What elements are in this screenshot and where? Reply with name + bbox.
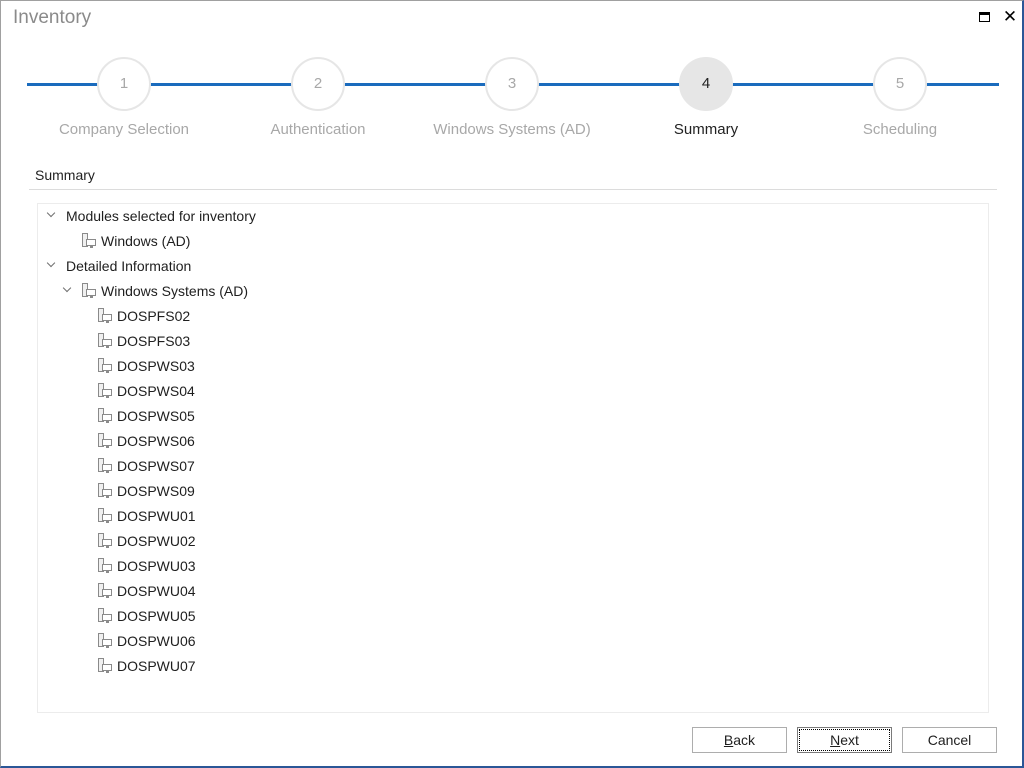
summary-tree[interactable]: Modules selected for inventory Windows (A… bbox=[37, 203, 989, 713]
tree-node-label: Windows (AD) bbox=[101, 233, 191, 249]
tree-node-label: DOSPWS04 bbox=[117, 383, 195, 399]
step-number: 1 bbox=[97, 57, 151, 111]
back-mnemonic: B bbox=[723, 732, 734, 748]
tree-item-computer[interactable]: DOSPWS09 bbox=[98, 480, 195, 502]
tree-node-label: DOSPWS03 bbox=[117, 358, 195, 374]
computer-icon bbox=[98, 483, 112, 499]
tree-item-computer[interactable]: DOSPWS06 bbox=[98, 430, 195, 452]
maximize-button[interactable] bbox=[975, 7, 995, 27]
tree-group-detailed-information[interactable]: Detailed Information bbox=[46, 255, 191, 277]
computer-icon bbox=[98, 558, 112, 574]
inventory-window: Inventory ✕ 1 Company Selection 2 Authentic… bbox=[0, 0, 1024, 768]
computer-icon bbox=[98, 433, 112, 449]
step-number: 4 bbox=[679, 57, 733, 111]
tree-node-label: DOSPWS06 bbox=[117, 433, 195, 449]
step-5: 5 Scheduling bbox=[800, 57, 1000, 138]
window-title: Inventory bbox=[13, 7, 92, 28]
tree-group-modules[interactable]: Modules selected for inventory bbox=[46, 205, 256, 227]
chevron-down-icon[interactable] bbox=[62, 285, 74, 297]
tree-item-computer[interactable]: DOSPWS03 bbox=[98, 355, 195, 377]
tree-node-label: DOSPFS02 bbox=[117, 308, 191, 324]
maximize-icon bbox=[979, 12, 990, 22]
tree-node-label: DOSPWS09 bbox=[117, 483, 195, 499]
computer-icon bbox=[98, 533, 112, 549]
step-label: Windows Systems (AD) bbox=[433, 121, 591, 138]
next-button[interactable]: Next bbox=[797, 727, 892, 753]
chevron-down-icon[interactable] bbox=[46, 210, 58, 222]
tree-item-computer[interactable]: DOSPFS02 bbox=[98, 305, 190, 327]
tree-item-computer[interactable]: DOSPWU01 bbox=[98, 505, 196, 527]
back-button[interactable]: Back bbox=[692, 727, 787, 753]
section-title: Summary bbox=[35, 167, 95, 183]
computer-icon bbox=[98, 658, 112, 674]
computer-icon bbox=[98, 508, 112, 524]
step-2: 2 Authentication bbox=[218, 57, 418, 138]
computer-icon bbox=[82, 283, 96, 299]
next-mnemonic: N bbox=[830, 732, 841, 748]
tree-item-computer[interactable]: DOSPWU06 bbox=[98, 630, 196, 652]
tree-item-computer[interactable]: DOSPWS04 bbox=[98, 380, 195, 402]
computer-icon bbox=[82, 233, 96, 249]
title-bar: Inventory ✕ bbox=[1, 1, 1022, 35]
tree-node-label: DOSPWU04 bbox=[117, 583, 196, 599]
tree-node-label: DOSPWS07 bbox=[117, 458, 195, 474]
computer-icon bbox=[98, 408, 112, 424]
computer-icon bbox=[98, 358, 112, 374]
tree-node-label: Detailed Information bbox=[66, 258, 192, 274]
tree-node-label: Modules selected for inventory bbox=[66, 208, 256, 224]
step-number: 3 bbox=[485, 57, 539, 111]
step-1: 1 Company Selection bbox=[24, 57, 224, 138]
computer-icon bbox=[98, 383, 112, 399]
tree-node-label: DOSPWU07 bbox=[117, 658, 196, 674]
step-3: 3 Windows Systems (AD) bbox=[412, 57, 612, 138]
wizard-stepper: 1 Company Selection 2 Authentication 3 Window… bbox=[27, 57, 999, 147]
tree-node-label: DOSPWU05 bbox=[117, 608, 196, 624]
cancel-button[interactable]: Cancel bbox=[902, 727, 997, 753]
tree-node-label: DOSPWU02 bbox=[117, 533, 196, 549]
tree-node-label: Windows Systems (AD) bbox=[101, 283, 249, 299]
tree-item-module[interactable]: Windows (AD) bbox=[82, 230, 190, 252]
step-label: Summary bbox=[673, 121, 739, 138]
computer-icon bbox=[98, 608, 112, 624]
step-4: 4 Summary bbox=[606, 57, 806, 138]
tree-item-computer[interactable]: DOSPWU02 bbox=[98, 530, 196, 552]
tree-item-computer[interactable]: DOSPWU05 bbox=[98, 605, 196, 627]
close-button[interactable]: ✕ bbox=[1000, 7, 1020, 27]
step-label: Company Selection bbox=[58, 121, 190, 138]
tree-node-label: DOSPWU01 bbox=[117, 508, 196, 524]
tree-node-label: DOSPWS05 bbox=[117, 408, 195, 424]
computer-icon bbox=[98, 333, 112, 349]
computer-icon bbox=[98, 458, 112, 474]
tree-node-label: DOSPWU06 bbox=[117, 633, 196, 649]
computer-icon bbox=[98, 308, 112, 324]
close-icon: ✕ bbox=[1002, 7, 1018, 26]
step-label: Authentication bbox=[270, 121, 366, 138]
tree-node-label: DOSPWU03 bbox=[117, 558, 196, 574]
tree-node-label: DOSPFS03 bbox=[117, 333, 191, 349]
tree-item-computer[interactable]: DOSPWU04 bbox=[98, 580, 196, 602]
chevron-down-icon[interactable] bbox=[46, 260, 58, 272]
step-number: 5 bbox=[873, 57, 927, 111]
tree-item-computer[interactable]: DOSPWS05 bbox=[98, 405, 195, 427]
back-label: ack bbox=[733, 732, 756, 748]
step-number: 2 bbox=[291, 57, 345, 111]
next-label: ext bbox=[840, 732, 859, 748]
tree-group-windows-systems[interactable]: Windows Systems (AD) bbox=[62, 280, 248, 302]
tree-item-computer[interactable]: DOSPWU07 bbox=[98, 655, 196, 677]
tree-item-computer[interactable]: DOSPFS03 bbox=[98, 330, 190, 352]
tree-item-computer[interactable]: DOSPWU03 bbox=[98, 555, 196, 577]
tree-item-computer[interactable]: DOSPWS07 bbox=[98, 455, 195, 477]
computer-icon bbox=[98, 583, 112, 599]
section-divider bbox=[29, 189, 997, 190]
step-label: Scheduling bbox=[862, 121, 938, 138]
computer-icon bbox=[98, 633, 112, 649]
